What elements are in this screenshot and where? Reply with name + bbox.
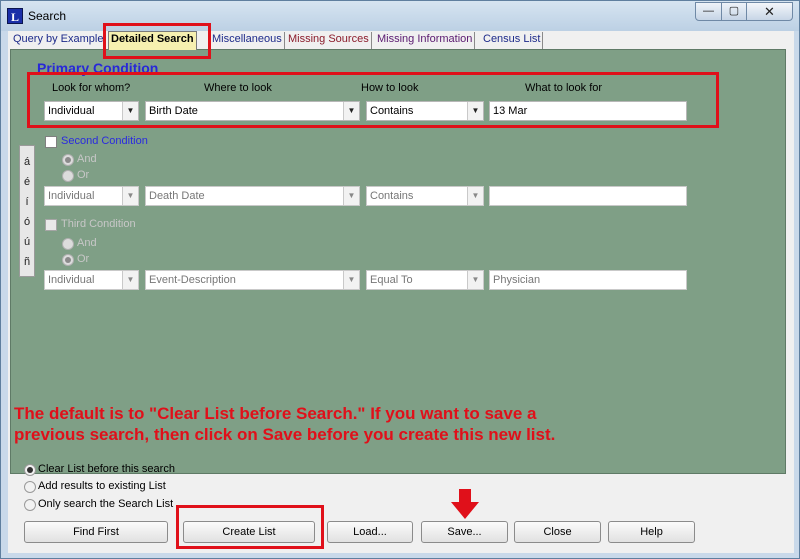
window-title: Search — [28, 9, 67, 23]
close-window-button[interactable]: ✕ — [746, 2, 793, 21]
accent-character-bar: á é í ó ú ñ — [19, 145, 35, 277]
tab-miscellaneous[interactable]: Miscellaneous — [210, 32, 285, 49]
second-or-radio[interactable] — [62, 170, 74, 182]
annotation-line-2: previous search, then click on Save befo… — [14, 425, 556, 444]
second-how-select[interactable]: Contains ▼ — [366, 186, 484, 206]
maximize-button[interactable]: ▢ — [721, 2, 747, 21]
second-and-label: And — [77, 153, 97, 165]
third-where-select[interactable]: Event-Description ▼ — [145, 270, 360, 290]
third-and-label: And — [77, 237, 97, 249]
third-how-select[interactable]: Equal To ▼ — [366, 270, 484, 290]
third-or-radio[interactable] — [62, 254, 74, 266]
annotation-line-1: The default is to "Clear List before Sea… — [14, 404, 537, 423]
third-or-label: Or — [77, 253, 90, 265]
option-clear-list-label: Clear List before this search — [38, 463, 175, 475]
accent-char-e[interactable]: é — [20, 176, 34, 188]
chevron-down-icon[interactable]: ▼ — [343, 271, 359, 289]
save-button[interactable]: Save... — [421, 521, 508, 543]
accent-char-i[interactable]: í — [20, 196, 34, 208]
tab-missing-information[interactable]: Missing Information — [375, 32, 476, 49]
third-whom-value: Individual — [48, 274, 95, 286]
close-button[interactable]: Close — [514, 521, 601, 543]
search-window: L Search — ▢ ✕ Query by Example Detailed… — [0, 0, 800, 559]
tab-strip: Query by Example Detailed Search Miscell… — [8, 31, 794, 50]
second-or-label: Or — [77, 169, 90, 181]
option-add-results-radio[interactable] — [24, 481, 36, 493]
option-add-results-label: Add results to existing List — [38, 480, 166, 492]
highlight-create-list — [176, 505, 324, 549]
chevron-down-icon[interactable]: ▼ — [343, 187, 359, 205]
help-button[interactable]: Help — [608, 521, 695, 543]
third-condition-checkbox[interactable] — [45, 219, 57, 231]
highlight-primary-condition — [27, 72, 719, 128]
red-arrow-down-icon — [451, 489, 479, 519]
second-how-value: Contains — [370, 190, 414, 202]
second-and-radio[interactable] — [62, 154, 74, 166]
tab-missing-sources[interactable]: Missing Sources — [286, 32, 372, 49]
third-what-input[interactable]: Physician — [489, 270, 687, 290]
second-where-value: Death Date — [149, 190, 205, 202]
tab-query-by-example[interactable]: Query by Example — [11, 32, 107, 49]
load-button[interactable]: Load... — [327, 521, 413, 543]
minimize-button[interactable]: — — [695, 2, 722, 21]
option-clear-list-radio[interactable] — [24, 464, 36, 476]
chevron-down-icon[interactable]: ▼ — [122, 187, 138, 205]
chevron-down-icon[interactable]: ▼ — [467, 187, 483, 205]
option-search-list-radio[interactable] — [24, 499, 36, 511]
second-condition-label: Second Condition — [61, 135, 148, 147]
second-where-select[interactable]: Death Date ▼ — [145, 186, 360, 206]
find-first-button[interactable]: Find First — [24, 521, 168, 543]
third-how-value: Equal To — [370, 274, 413, 286]
second-whom-value: Individual — [48, 190, 95, 202]
second-what-input[interactable] — [489, 186, 687, 206]
accent-char-a[interactable]: á — [20, 156, 34, 168]
accent-char-u[interactable]: ú — [20, 236, 34, 248]
accent-char-o[interactable]: ó — [20, 216, 34, 228]
third-condition-label: Third Condition — [61, 218, 136, 230]
app-logo-icon[interactable]: L — [7, 8, 23, 24]
option-search-list-label: Only search the Search List — [38, 498, 174, 510]
annotation-note: The default is to "Clear List before Sea… — [14, 403, 754, 445]
tab-detailed-search[interactable]: Detailed Search — [108, 31, 197, 50]
third-whom-select[interactable]: Individual ▼ — [44, 270, 139, 290]
second-condition-checkbox[interactable] — [45, 136, 57, 148]
chevron-down-icon[interactable]: ▼ — [467, 271, 483, 289]
third-where-value: Event-Description — [149, 274, 236, 286]
third-and-radio[interactable] — [62, 238, 74, 250]
tab-census-list[interactable]: Census List — [481, 32, 544, 49]
chevron-down-icon[interactable]: ▼ — [122, 271, 138, 289]
accent-char-n[interactable]: ñ — [20, 256, 34, 268]
second-whom-select[interactable]: Individual ▼ — [44, 186, 139, 206]
